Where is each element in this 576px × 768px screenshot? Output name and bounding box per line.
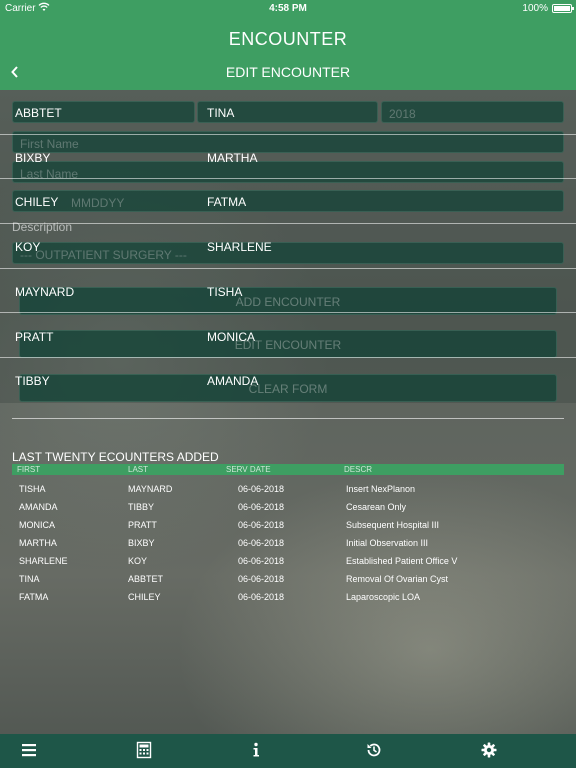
dropdown-item[interactable]: TIBBY AMANDA [0,358,576,403]
cell-last: ABBTET [128,574,164,584]
page-subtitle: EDIT ENCOUNTER [225,64,351,80]
gear-icon [481,742,497,758]
cell-last: BIXBY [128,538,155,548]
cell-date: 06-06-2018 [238,520,285,530]
dropdown-item[interactable]: MAYNARD TISHA [0,269,576,314]
dropdown-first-name: AMANDA [207,374,259,389]
table-row[interactable]: SHARLENE KOY 06-06-2018 Established Pati… [12,555,564,569]
cell-first: AMANDA [19,502,58,512]
dropdown-last-name: MAYNARD [15,284,75,299]
column-header-descr: DESCR [344,465,373,474]
cell-date: 06-06-2018 [238,556,285,566]
table-row[interactable]: TISHA MAYNARD 06-06-2018 Insert NexPlano… [12,483,564,497]
column-header-last: LAST [128,465,149,474]
cell-descr: Subsequent Hospital III [346,520,440,530]
info-icon [253,742,259,757]
table-row[interactable]: MARTHA BIXBY 06-06-2018 Initial Observat… [12,537,564,551]
table-row[interactable]: AMANDA TIBBY 06-06-2018 Cesarean Only [12,501,564,515]
table-header: FIRST LAST SERV DATE DESCR [12,464,564,475]
cell-first: TISHA [19,484,46,494]
dropdown-first-name: TINA [207,106,235,120]
settings-button[interactable] [480,741,500,761]
cell-first: SHARLENE [19,556,68,566]
cell-first: TINA [19,574,40,584]
cell-first: FATMA [19,592,49,602]
cell-first: MARTHA [19,538,57,548]
table-row[interactable]: FATMA CHILEY 06-06-2018 Laparoscopic LOA [12,591,564,605]
app-header: Carrier 4:58 PM 100% ENCOUNTER EDIT ENCO… [0,0,576,90]
dropdown-item[interactable]: CHILEY FATMA [0,179,576,225]
table-row[interactable]: TINA ABBTET 06-06-2018 Removal Of Ovaria… [12,573,564,587]
status-bar: Carrier 4:58 PM 100% [0,0,576,18]
column-header-date: SERV DATE [226,465,271,474]
cell-descr: Established Patient Office V [346,556,458,566]
battery-icon [552,4,574,13]
menu-icon [22,744,36,757]
dropdown-last-name: KOY [15,240,41,255]
dropdown-item[interactable]: BIXBY MARTHA [0,135,576,180]
dropdown-first-name: TISHA [207,284,243,299]
info-button[interactable] [247,741,267,761]
dropdown-item[interactable]: ABBTET TINA [0,90,576,135]
table-row[interactable]: MONICA PRATT 06-06-2018 Subsequent Hospi… [12,519,564,533]
dropdown-first-name: MARTHA [207,150,258,165]
history-button[interactable] [365,741,385,761]
dropdown-last-name: CHILEY [15,195,59,210]
battery-percent: 100% [522,3,548,14]
status-time: 4:58 PM [269,3,307,14]
calculator-icon [136,741,152,759]
dropdown-last-name: BIXBY [15,150,51,165]
cell-first: MONICA [19,520,55,530]
cell-date: 06-06-2018 [238,538,285,548]
cell-last: PRATT [128,520,157,530]
dropdown-first-name: FATMA [207,195,247,210]
cell-descr: Removal Of Ovarian Cyst [346,574,449,584]
cell-last: MAYNARD [128,484,173,494]
dropdown-last-name: PRATT [15,329,54,344]
cell-descr: Insert NexPlanon [346,484,416,494]
cell-date: 06-06-2018 [238,574,285,584]
bottom-toolbar [0,734,576,768]
section-divider [12,418,564,419]
cell-descr: Cesarean Only [346,502,407,512]
cell-date: 06-06-2018 [238,592,285,602]
calculator-button[interactable] [135,741,155,761]
cell-last: CHILEY [128,592,161,602]
recent-encounters-title: LAST TWENTY ECOUNTERS ADDED [12,450,219,464]
dropdown-item[interactable]: PRATT MONICA [0,314,576,359]
page-title: ENCOUNTER [228,29,348,49]
cell-descr: Laparoscopic LOA [346,592,421,602]
cell-descr: Initial Observation III [346,538,429,548]
column-header-first: FIRST [17,465,41,474]
dropdown-item[interactable]: KOY SHARLENE [0,224,576,269]
dropdown-first-name: SHARLENE [207,240,272,255]
dropdown-last-name: TIBBY [15,374,50,389]
dropdown-first-name: MONICA [207,329,255,344]
history-icon [367,743,381,757]
dropdown-last-name: ABBTET [15,106,62,120]
patient-dropdown: ABBTET TINA BIXBY MARTHA CHILEY FATMA KO… [0,90,576,403]
cell-date: 06-06-2018 [238,502,285,512]
menu-button[interactable] [20,741,40,761]
cell-last: TIBBY [128,502,155,512]
cell-last: KOY [128,556,148,566]
cell-date: 06-06-2018 [238,484,285,494]
